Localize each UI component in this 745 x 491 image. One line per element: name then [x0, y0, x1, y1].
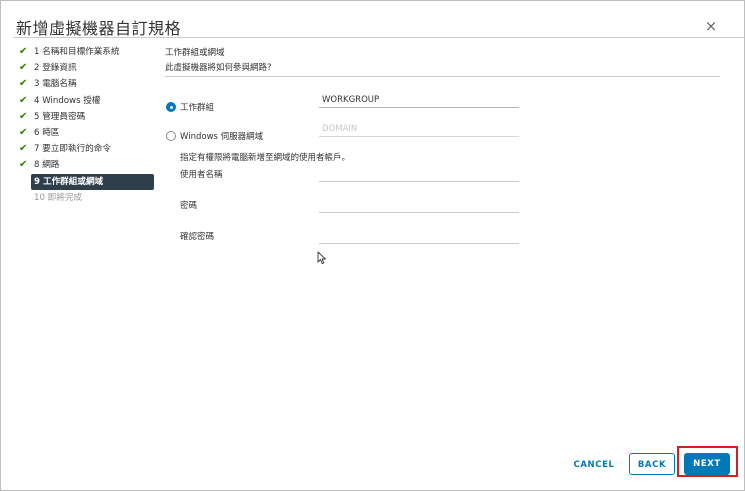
- close-icon[interactable]: ×: [703, 18, 719, 34]
- step-label: 1 名稱和目標作業系統: [34, 47, 120, 57]
- step-label: 3 電腦名稱: [34, 79, 77, 90]
- section-divider: [165, 76, 720, 77]
- checkmark-icon: ✔: [19, 143, 28, 155]
- domain-radio[interactable]: [166, 131, 176, 141]
- username-label: 使用者名稱: [180, 170, 223, 180]
- checkmark-icon: ✔: [19, 159, 28, 171]
- step-label: 2 登錄資訊: [34, 63, 77, 74]
- workgroup-input[interactable]: WORKGROUP: [319, 94, 519, 108]
- step-4[interactable]: ✔ 4 Windows 授權: [17, 93, 154, 109]
- credentials-hint: 指定有權限將電腦新增至網域的使用者帳戶。: [180, 153, 351, 163]
- section-subtitle: 此虛擬機器將如何參與網路?: [165, 63, 272, 73]
- step-1[interactable]: ✔ 1 名稱和目標作業系統: [17, 44, 154, 60]
- domain-label[interactable]: Windows 伺服器網域: [180, 130, 263, 142]
- step-label: 5 管理員密碼: [34, 111, 86, 122]
- dialog-title: 新增虛擬機器自訂規格: [16, 19, 182, 38]
- step-label: 10 即將完成: [34, 192, 83, 203]
- workgroup-label[interactable]: 工作群組: [180, 101, 214, 113]
- step-label: 6 時區: [34, 127, 60, 138]
- wizard-steps: ✔ 1 名稱和目標作業系統 ✔ 2 登錄資訊 ✔ 3 電腦名稱 ✔ 4 Wind…: [17, 44, 154, 206]
- next-button-highlight: [677, 446, 738, 477]
- password-input[interactable]: [319, 199, 519, 213]
- step-10: 10 即將完成: [17, 190, 154, 206]
- step-3[interactable]: ✔ 3 電腦名稱: [17, 76, 154, 92]
- step-label: 9 工作群組或網域: [34, 176, 104, 187]
- title-divider: [13, 37, 744, 38]
- section-title: 工作群組或網域: [165, 48, 225, 58]
- step-6[interactable]: ✔ 6 時區: [17, 125, 154, 141]
- checkmark-icon: ✔: [19, 62, 28, 74]
- step-7[interactable]: ✔ 7 要立即執行的命令: [17, 141, 154, 157]
- step-9-active[interactable]: 9 工作群組或網域: [31, 173, 154, 190]
- step-2[interactable]: ✔ 2 登錄資訊: [17, 60, 154, 76]
- cancel-button[interactable]: CANCEL: [569, 454, 619, 476]
- step-label: 8 網路: [34, 160, 60, 171]
- step-5[interactable]: ✔ 5 管理員密碼: [17, 109, 154, 125]
- password-label: 密碼: [180, 201, 198, 211]
- confirm-password-label: 確認密碼: [180, 232, 215, 242]
- step-8[interactable]: ✔ 8 網路: [17, 157, 154, 173]
- mouse-pointer-icon: [317, 251, 326, 265]
- step-label: 4 Windows 授權: [34, 95, 101, 106]
- checkmark-icon: ✔: [19, 78, 28, 90]
- domain-input[interactable]: DOMAIN: [319, 123, 519, 137]
- customization-spec-dialog: 新增虛擬機器自訂規格 × ✔ 1 名稱和目標作業系統 ✔ 2 登錄資訊 ✔ 3 …: [0, 0, 745, 491]
- checkmark-icon: ✔: [19, 94, 28, 106]
- checkmark-icon: ✔: [19, 46, 28, 57]
- confirm-password-input[interactable]: [319, 230, 519, 244]
- username-input[interactable]: [319, 168, 519, 182]
- step-label: 7 要立即執行的命令: [34, 144, 111, 155]
- workgroup-radio[interactable]: [166, 102, 176, 112]
- checkmark-icon: ✔: [19, 126, 28, 138]
- back-button[interactable]: BACK: [629, 453, 675, 475]
- checkmark-icon: ✔: [19, 110, 28, 122]
